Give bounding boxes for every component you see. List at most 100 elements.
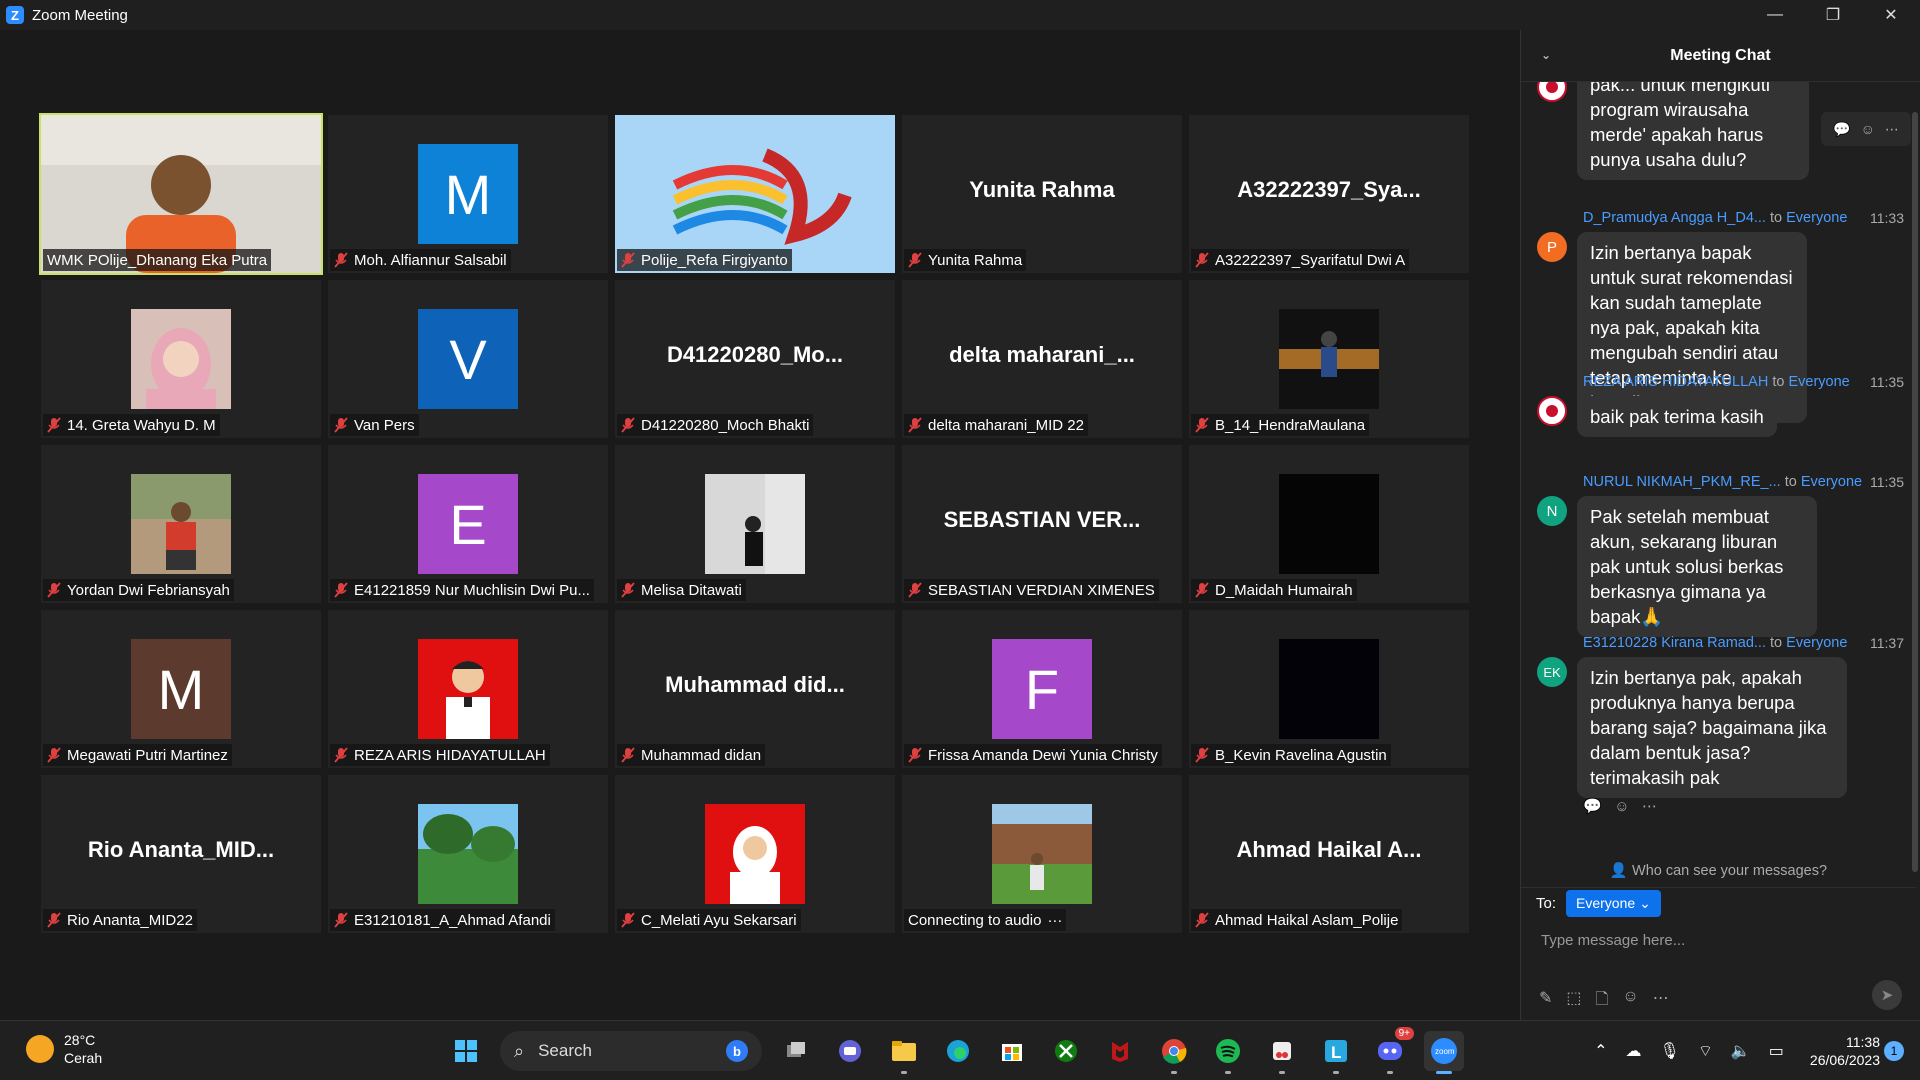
participant-tile[interactable]: Yordan Dwi Febriansyah [41,445,321,603]
mic-muted-icon [47,582,61,598]
microphone-icon[interactable]: 🎙 [1660,1041,1680,1061]
snipping-tool-icon[interactable] [1262,1031,1302,1074]
participant-name-bar: B_Kevin Ravelina Agustin [1191,744,1391,766]
mic-muted-icon [334,582,348,598]
emoji-icon[interactable]: ☺ [1614,798,1629,815]
zoom-taskbar-icon[interactable]: zoom [1424,1031,1464,1074]
participant-name: D_Maidah Humairah [1215,581,1353,599]
participant-tile[interactable]: Connecting to audio ··· [902,775,1182,933]
send-button[interactable]: ➤ [1872,980,1902,1010]
send-icon: ➤ [1880,987,1894,1004]
microsoft-store-icon[interactable] [992,1031,1032,1071]
participant-tile[interactable]: Ahmad Haikal A... Ahmad Haikal Aslam_Poli… [1189,775,1469,933]
emoji-icon[interactable]: ☺ [1622,988,1638,1015]
more-icon[interactable]: ⋯ [1885,121,1899,138]
participant-tile[interactable]: WMK POlije_Dhanang Eka Putra [39,113,323,275]
avatar: V [418,309,518,409]
reply-icon[interactable]: 💬 [1833,121,1850,138]
file-icon[interactable]: 🗋 [1596,988,1609,1015]
video-gallery: WMK POlije_Dhanang Eka Putra M Moh. Alfian… [0,30,1520,1020]
spotify-icon[interactable] [1208,1031,1248,1074]
participant-tile[interactable]: C_Melati Ayu Sekarsari [615,775,895,933]
participant-tile[interactable]: Polije_Refa Firgiyanto [615,115,895,273]
discord-icon[interactable]: 9+ [1370,1027,1414,1074]
close-button[interactable]: ✕ [1862,0,1920,30]
mcafee-icon[interactable] [1100,1031,1140,1071]
participant-name-bar: Moh. Alfiannur Salsabil [330,249,511,271]
participant-tile[interactable]: SEBASTIAN VER... SEBASTIAN VERDIAN XIMENE… [902,445,1182,603]
recipient-dropdown[interactable]: Everyone ⌄ [1566,889,1661,917]
participant-name: delta maharani_MID 22 [928,416,1084,434]
chevron-up-icon[interactable]: ⌃ [1594,1041,1607,1061]
onedrive-icon[interactable]: ☁ [1626,1041,1642,1061]
participant-tile[interactable]: B_Kevin Ravelina Agustin [1189,610,1469,768]
format-icon[interactable]: ✎ [1539,988,1552,1015]
chat-bubble: Pak setelah membuat akun, sekarang libur… [1577,496,1817,637]
weather-widget[interactable]: 28°C Cerah [26,1031,102,1067]
participant-name-bar: Melisa Ditawati [617,579,746,601]
svg-text:L: L [1331,1043,1341,1062]
participant-tile[interactable]: delta maharani_... delta maharani_MID 22 [902,280,1182,438]
teams-chat-icon[interactable] [830,1031,870,1071]
sender-name: NURUL NIKMAH_PKM_RE_... [1583,474,1781,490]
participant-tile[interactable]: F Frissa Amanda Dewi Yunia Christy [902,610,1182,768]
participant-name-bar: Van Pers [330,414,419,436]
participant-name-bar: Yunita Rahma [904,249,1027,271]
participant-name: Frissa Amanda Dewi Yunia Christy [928,746,1158,764]
participant-tile[interactable]: REZA ARIS HIDAYATULLAH [328,610,608,768]
search-icon: ⌕ [514,1040,525,1061]
participant-tile[interactable]: Yunita Rahma Yunita Rahma [902,115,1182,273]
l-app-icon[interactable]: L [1316,1031,1356,1074]
participant-display-name: D41220280_Mo... [666,342,844,367]
chat-bubble: Izin bertanya bapak untuk surat rekomend… [1577,232,1807,423]
screenshot-icon[interactable]: ⬚ [1566,988,1581,1015]
xbox-icon[interactable] [1046,1031,1086,1071]
more-icon[interactable]: ⋯ [1653,988,1669,1015]
start-button[interactable] [446,1031,486,1071]
wifi-icon[interactable]: ⌔ [1698,1041,1713,1061]
to-label: to [1784,474,1797,490]
participant-tile[interactable]: M Megawati Putri Martinez [41,610,321,768]
participant-tile[interactable]: V Van Pers [328,280,608,438]
who-can-see-link[interactable]: 👤 Who can see your messages? [1521,852,1916,888]
participant-tile[interactable]: Melisa Ditawati [615,445,895,603]
volume-icon[interactable]: 🔈 [1731,1041,1751,1061]
chat-scrollbar[interactable] [1912,112,1918,872]
restore-button[interactable]: ❐ [1804,0,1862,30]
emoji-icon[interactable]: ☺ [1861,121,1875,137]
participant-tile[interactable]: A32222397_Sya... A32222397_Syarifatul Dwi… [1189,115,1469,273]
participant-tile[interactable]: D_Maidah Humairah [1189,445,1469,603]
participant-tile[interactable]: Rio Ananta_MID... Rio Ananta_MID22 [41,775,321,933]
participant-tile[interactable]: D41220280_Mo... D41220280_Moch Bhakti [615,280,895,438]
file-explorer-icon[interactable] [884,1031,924,1074]
participant-tile[interactable]: E E41221859 Nur Muchlisin Dwi Pu... [328,445,608,603]
task-view-icon[interactable] [776,1031,816,1071]
minimize-button[interactable]: — [1746,0,1804,30]
clock[interactable]: 11:38 26/06/2023 [1810,1033,1880,1069]
battery-icon[interactable]: ▭ [1769,1041,1784,1061]
participant-name-bar: Ahmad Haikal Aslam_Polije [1191,909,1403,931]
who-can-see-label: Who can see your messages? [1632,863,1828,879]
participant-tile[interactable]: 14. Greta Wahyu D. M [41,280,321,438]
participant-tile[interactable]: M Moh. Alfiannur Salsabil [328,115,608,273]
chrome-icon[interactable] [1154,1031,1194,1074]
participant-name-bar: Connecting to audio ··· [904,909,1067,931]
participant-tile[interactable]: E31210181_A_Ahmad Afandi [328,775,608,933]
mic-muted-icon [334,252,348,268]
chevron-down-icon[interactable]: ⌄ [1541,48,1551,62]
participant-name: A32222397_Syarifatul Dwi A [1215,251,1406,269]
participant-photo [1279,309,1379,409]
message-input[interactable] [1541,925,1891,955]
reply-icon[interactable]: 💬 [1583,798,1602,815]
bing-icon[interactable]: b [726,1040,748,1062]
notification-badge[interactable]: 1 [1884,1041,1904,1061]
participant-photo [131,474,231,574]
participant-name: Connecting to audio [908,911,1042,929]
participant-tile[interactable]: Muhammad did... Muhammad didan [615,610,895,768]
participant-name: Rio Ananta_MID22 [67,911,193,929]
taskbar-search[interactable]: ⌕ Search b [500,1031,762,1071]
more-icon[interactable]: ⋯ [1642,798,1657,815]
participant-tile[interactable]: B_14_HendraMaulana [1189,280,1469,438]
edge-icon[interactable] [938,1031,978,1071]
recipient-name: Everyone [1788,374,1850,390]
